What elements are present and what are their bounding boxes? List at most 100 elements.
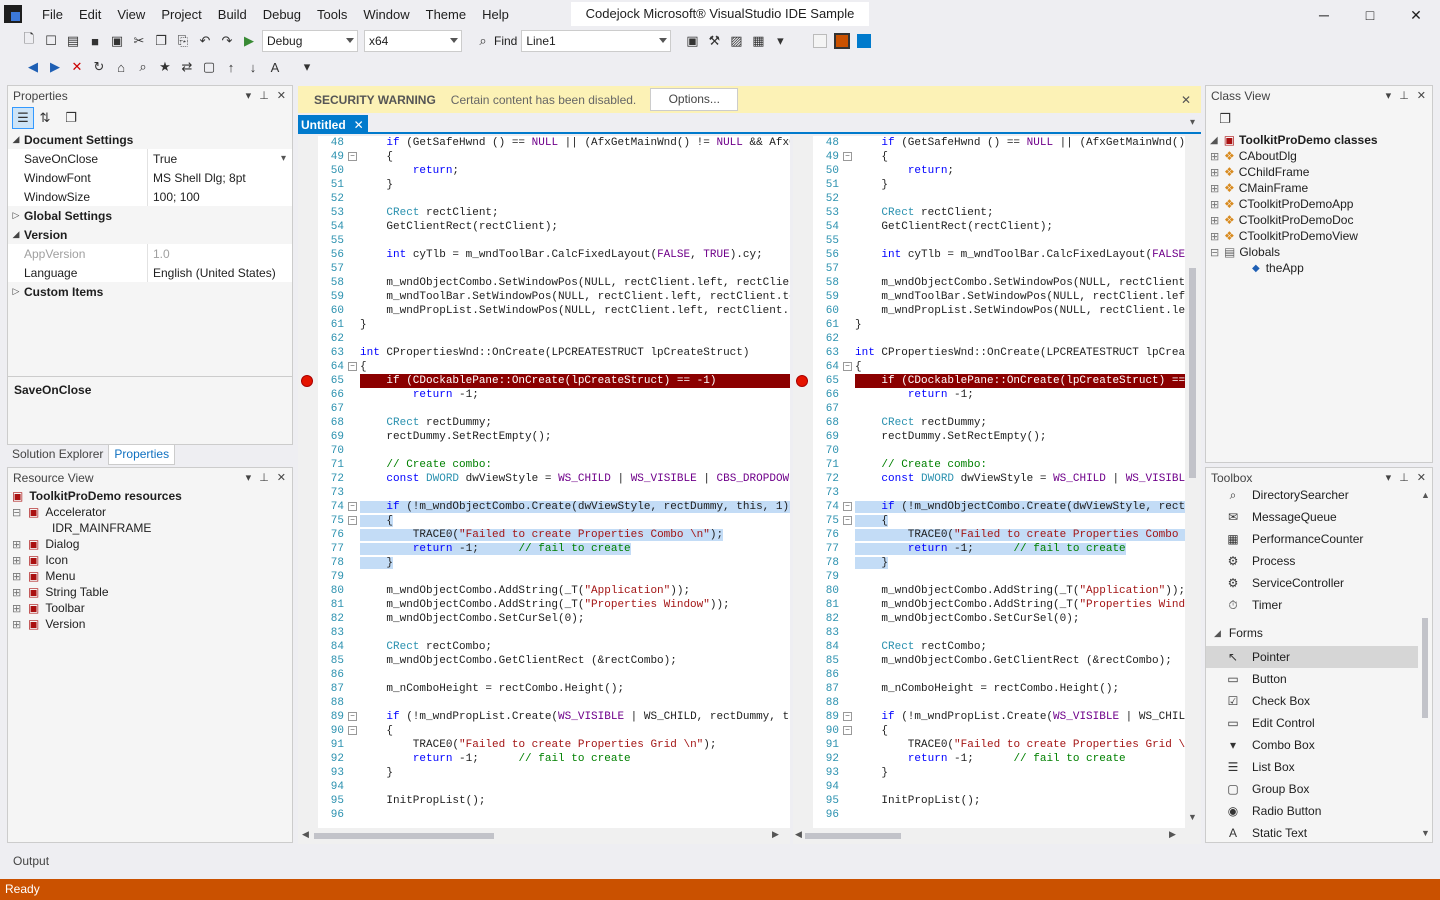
menu-window[interactable]: Window — [355, 7, 417, 22]
paste-icon[interactable]: ⎘ — [172, 30, 194, 52]
scroll-right-icon[interactable]: ▶ — [1169, 829, 1176, 840]
theme-light-icon[interactable] — [809, 30, 831, 52]
hscroll-thumb[interactable] — [805, 833, 901, 839]
property-row[interactable]: Language English (United States) — [8, 263, 292, 282]
code-line[interactable]: 55 — [298, 234, 790, 248]
resource-item[interactable]: IDR_MAINFRAME — [12, 520, 292, 536]
code-line[interactable]: 54 GetClientRect(rectClient); — [793, 220, 1185, 234]
code-line[interactable]: 70 — [793, 444, 1185, 458]
dropdown-icon[interactable]: ▾ — [246, 86, 252, 106]
code-line[interactable]: 96 — [793, 808, 1185, 822]
property-row[interactable]: WindowSize 100; 100 — [8, 187, 292, 206]
expand-icon[interactable]: ⊞ — [12, 618, 26, 631]
code-line[interactable]: 95 InitPropList(); — [298, 794, 790, 808]
code-line[interactable]: 84 CRect rectCombo; — [298, 640, 790, 654]
code-line[interactable]: 88 — [793, 696, 1185, 710]
code-line[interactable]: 91 TRACE0("Failed to create Properties G… — [793, 738, 1185, 752]
property-row[interactable]: SaveOnClose True ▾ — [8, 149, 292, 168]
scroll-down-icon[interactable]: ▼ — [1188, 812, 1197, 822]
class-item[interactable]: ⊞ ❖ CToolkitProDemoDoc — [1210, 212, 1432, 228]
code-line[interactable]: 89 if (!m_wndPropList.Create(WS_VISIBLE … — [793, 710, 1185, 724]
toolbox-item[interactable]: ⌕ DirectorySearcher — [1206, 484, 1418, 506]
editor-pane-left[interactable]: 48 if (GetSafeHwnd () == NULL || (AfxGet… — [298, 136, 790, 828]
arrow-up-icon[interactable]: ↑ — [220, 56, 242, 78]
code-line[interactable]: 61} — [793, 318, 1185, 332]
properties-icon[interactable]: ⚒ — [703, 30, 725, 52]
close-icon[interactable]: ✕ — [1417, 468, 1426, 488]
vscroll-thumb[interactable] — [1189, 268, 1196, 478]
code-line[interactable]: 52 — [793, 192, 1185, 206]
class-item[interactable]: ◆ theApp — [1210, 260, 1432, 276]
close-icon[interactable]: ✕ — [277, 468, 286, 488]
code-line[interactable]: 76 TRACE0("Failed to create Properties C… — [793, 528, 1185, 542]
class-item[interactable]: ⊞ ❖ CToolkitProDemoApp — [1210, 196, 1432, 212]
code-line[interactable]: 78 } — [793, 556, 1185, 570]
dropdown-icon[interactable]: ▾ — [1386, 86, 1392, 106]
new-folder-icon[interactable]: ❐ — [1214, 108, 1236, 130]
search-icon[interactable]: ⌕ — [132, 56, 154, 78]
toolbox-item[interactable]: ✉ MessageQueue — [1206, 506, 1418, 528]
fold-icon[interactable]: − — [843, 726, 852, 735]
scroll-left-icon[interactable]: ◀ — [795, 829, 802, 840]
app-icon[interactable] — [4, 5, 22, 23]
collapse-icon[interactable]: ⊟ — [1210, 246, 1224, 259]
property-category[interactable]: ◢ Version — [8, 225, 292, 244]
toolbox-item[interactable]: ⚙ Process — [1206, 550, 1418, 572]
code-line[interactable]: 80 m_wndObjectCombo.AddString(_T("Applic… — [298, 584, 790, 598]
code-line[interactable]: 74 if (!m_wndObjectCombo.Create(dwViewSt… — [793, 500, 1185, 514]
scroll-left-icon[interactable]: ◀ — [302, 829, 309, 840]
expand-icon[interactable]: ⊞ — [1210, 182, 1224, 195]
hscroll-right[interactable]: ◀ ▶ — [793, 828, 1201, 844]
categorized-icon[interactable]: ☰ — [12, 107, 34, 129]
code-line[interactable]: 59 m_wndToolBar.SetWindowPos(NULL, rectC… — [793, 290, 1185, 304]
code-line[interactable]: 63 int CPropertiesWnd::OnCreate(LPCREATES… — [298, 346, 790, 360]
menu-view[interactable]: View — [109, 7, 153, 22]
tab-solution-explorer[interactable]: Solution Explorer — [7, 445, 108, 465]
code-line[interactable]: 60 m_wndPropList.SetWindowPos(NULL, rect… — [298, 304, 790, 318]
menu-tools[interactable]: Tools — [309, 7, 355, 22]
code-line[interactable]: 76 TRACE0("Failed to create Properties C… — [298, 528, 790, 542]
toolbox-item[interactable]: ↖ Pointer — [1206, 646, 1418, 668]
code-line[interactable]: 90 {− — [298, 724, 790, 738]
tab-untitled[interactable]: Untitled ✕ — [298, 115, 368, 134]
expand-icon[interactable]: ⊞ — [12, 586, 26, 599]
code-line[interactable]: 81 m_wndObjectCombo.AddString(_T("Proper… — [793, 598, 1185, 612]
save-all-icon[interactable]: ▣ — [106, 30, 128, 52]
code-line[interactable]: 58 m_wndObjectCombo.SetWindowPos(NULL, r… — [298, 276, 790, 290]
close-warning-icon[interactable]: ✕ — [1181, 93, 1191, 107]
code-line[interactable]: 85 m_wndObjectCombo.GetClientRect (&rect… — [793, 654, 1185, 668]
hscroll-thumb[interactable] — [314, 833, 494, 839]
expand-icon[interactable]: ⊞ — [12, 602, 26, 615]
code-line[interactable]: 64 {− — [793, 360, 1185, 374]
code-line[interactable]: 75 {− — [793, 514, 1185, 528]
code-line[interactable]: 70 — [298, 444, 790, 458]
expand-icon[interactable]: ⊞ — [1210, 150, 1224, 163]
fold-icon[interactable]: − — [843, 712, 852, 721]
alphabetical-icon[interactable]: ⇅ — [34, 107, 56, 129]
platform-combo[interactable]: x64 — [364, 30, 462, 52]
code-line[interactable]: 87 m_nComboHeight = rectCombo.Height(); — [793, 682, 1185, 696]
code-line[interactable]: 66 return -1; — [298, 388, 790, 402]
hscroll-left[interactable]: ◀ ▶ — [298, 828, 790, 844]
code-line[interactable]: 69 rectDummy.SetRectEmpty(); — [793, 430, 1185, 444]
code-line[interactable]: 56 int cyTlb = m_wndToolBar.CalcFixedLay… — [793, 248, 1185, 262]
sync-icon[interactable]: ⇄ — [176, 56, 198, 78]
class-item[interactable]: ⊟ ▤ Globals — [1210, 244, 1432, 260]
code-line[interactable]: 93 } — [793, 766, 1185, 780]
arrow-down-icon[interactable]: ↓ — [242, 56, 264, 78]
code-line[interactable]: 90 {− — [793, 724, 1185, 738]
font-size-icon[interactable]: A — [264, 56, 286, 78]
expanded-icon[interactable]: ◢ — [8, 134, 24, 145]
code-line[interactable]: 83 — [298, 626, 790, 640]
theme-orange-icon[interactable] — [831, 30, 853, 52]
expand-icon[interactable]: ⊞ — [1210, 214, 1224, 227]
collapse-icon[interactable]: ⊟ — [12, 506, 26, 519]
menu-edit[interactable]: Edit — [71, 7, 109, 22]
code-line[interactable]: 61} — [298, 318, 790, 332]
code-line[interactable]: 77 return -1; // fail to create — [793, 542, 1185, 556]
code-line[interactable]: 65 if (CDockablePane::OnCreate(lpCreateS… — [793, 374, 1185, 388]
code-line[interactable]: 62 — [793, 332, 1185, 346]
code-line[interactable]: 86 — [298, 668, 790, 682]
expand-icon[interactable]: ⊞ — [12, 570, 26, 583]
close-tab-icon[interactable]: ✕ — [354, 118, 364, 132]
